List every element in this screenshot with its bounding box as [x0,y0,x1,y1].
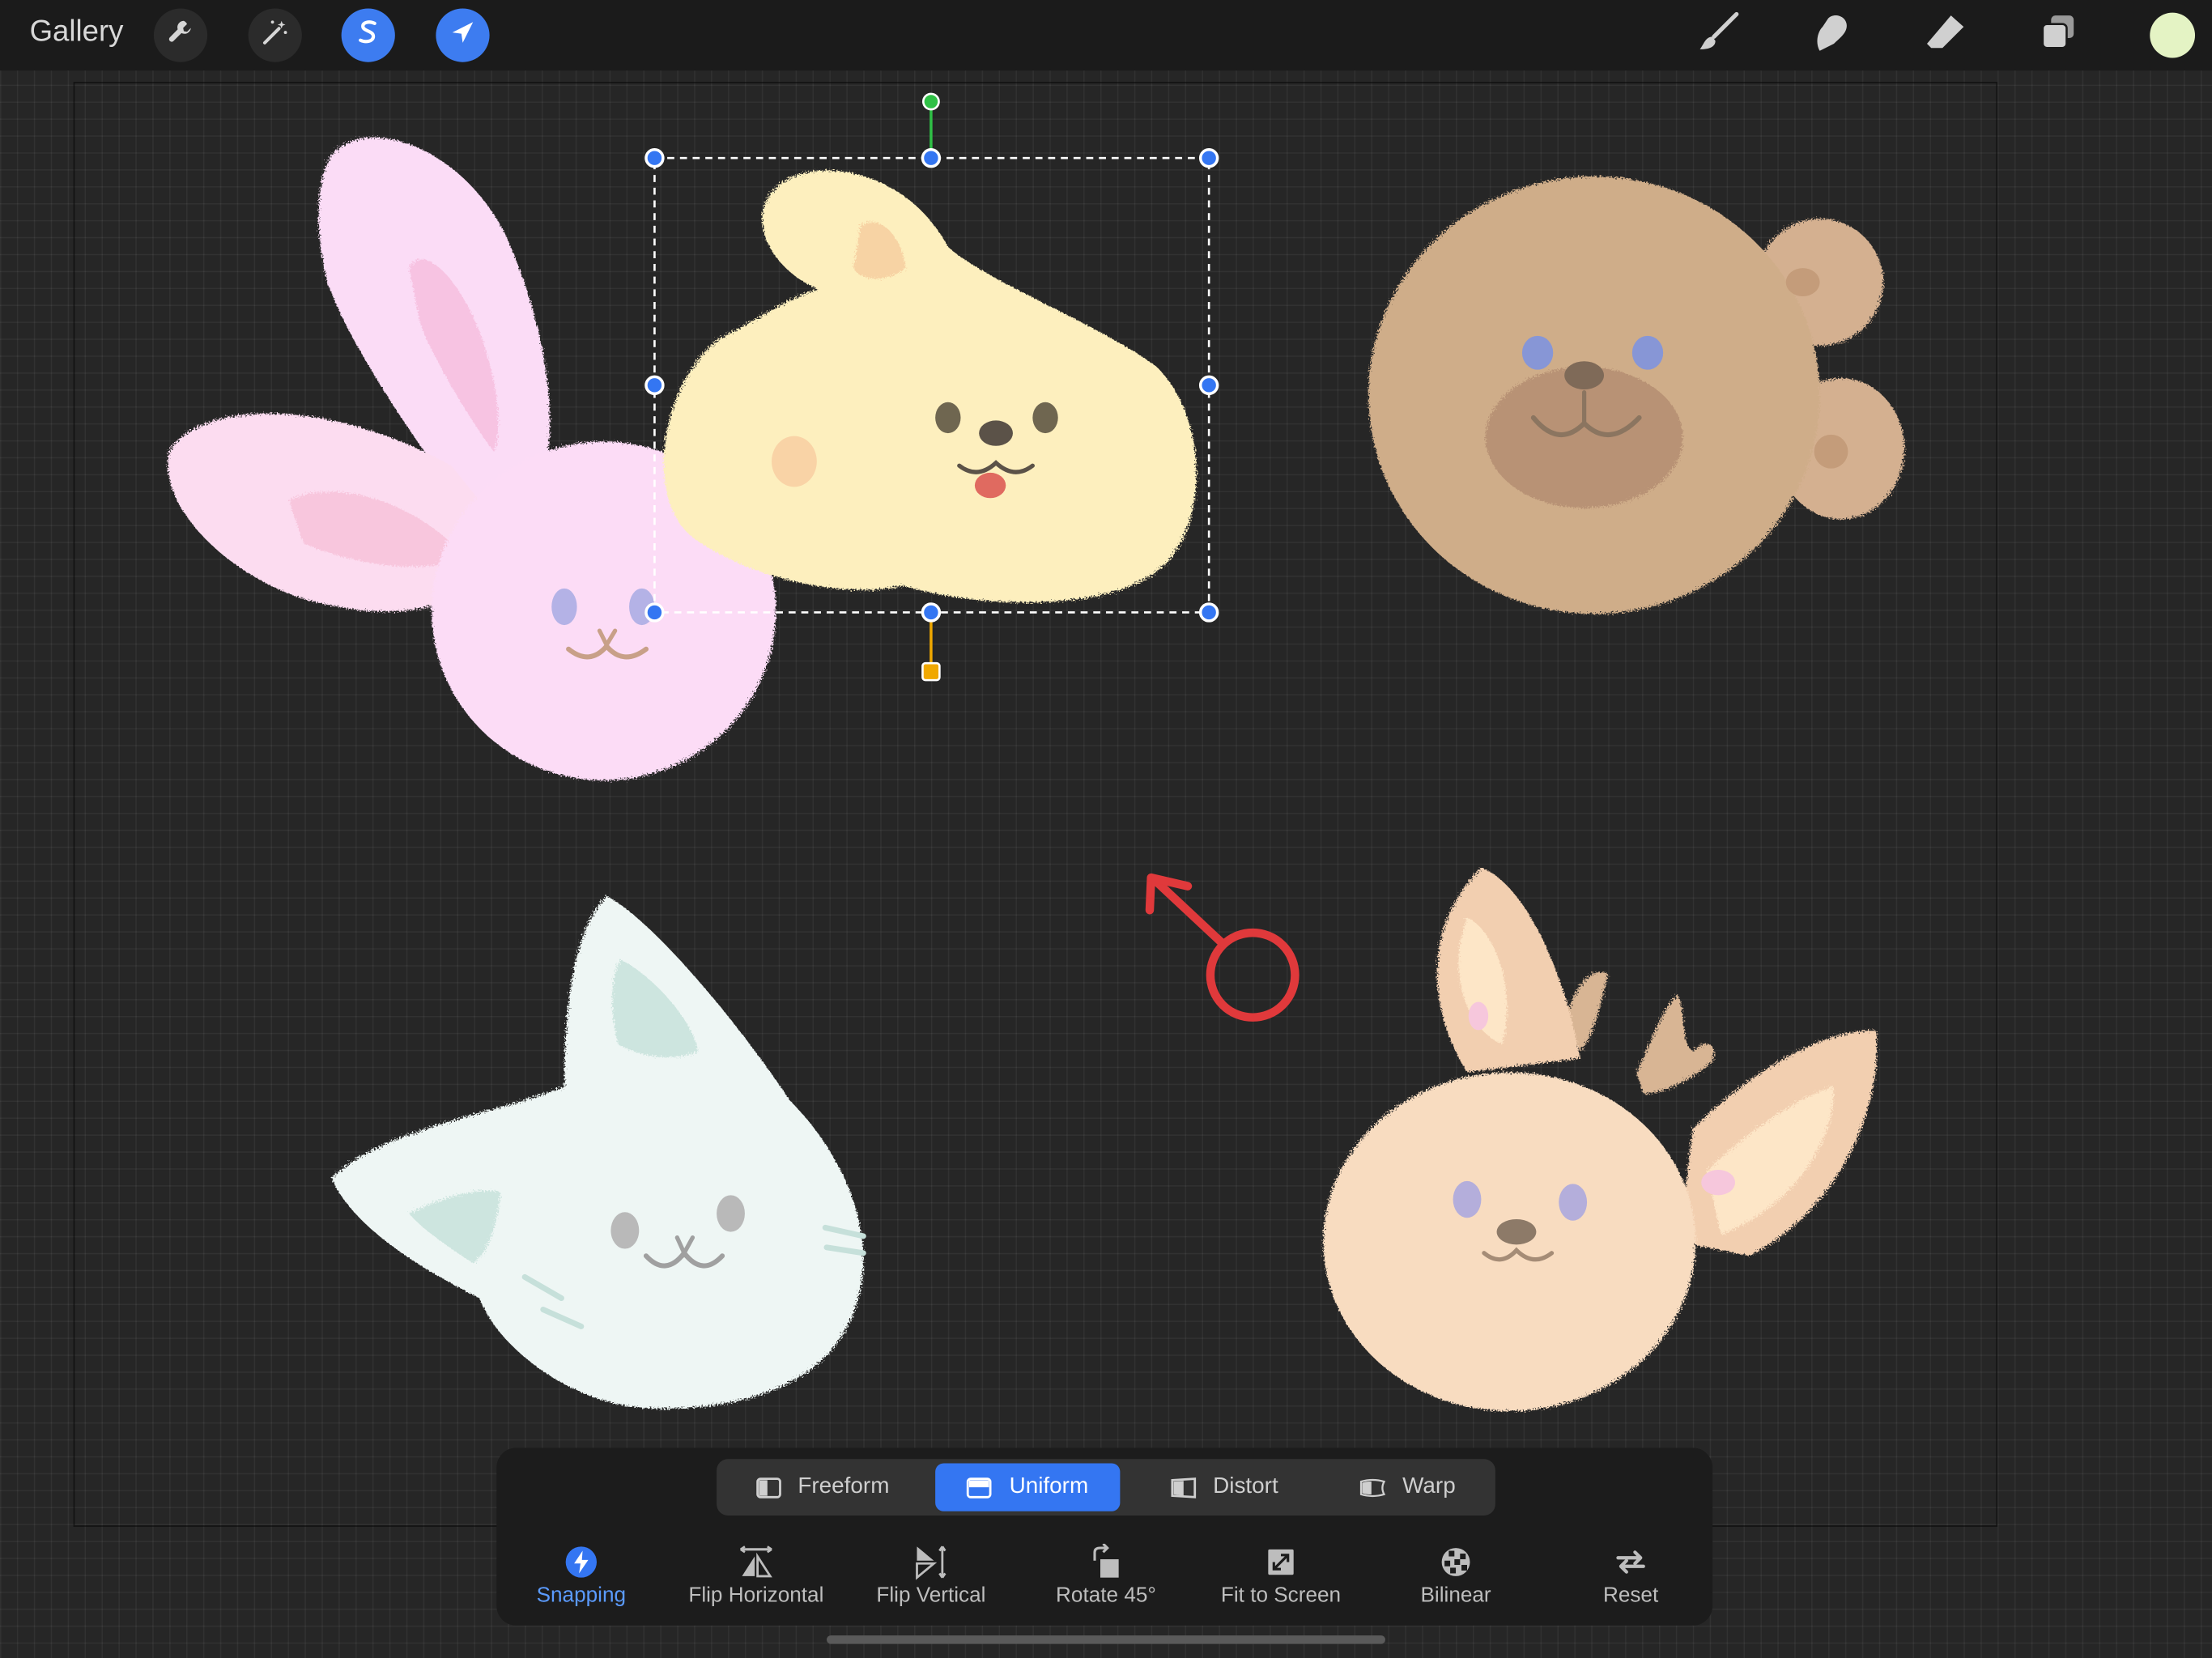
magic-wand-icon [260,16,291,54]
layers-button[interactable] [2034,11,2082,59]
mode-freeform[interactable]: Freeform [717,1463,928,1511]
pivot-handle[interactable] [921,661,941,682]
transform-button[interactable] [436,8,490,62]
flip-vertical-icon [912,1544,949,1580]
deer-drawing[interactable] [1323,867,1878,1411]
selection-button[interactable] [341,8,395,62]
reset-button[interactable]: Reset [1543,1544,1718,1607]
brush-button[interactable] [1695,11,1742,59]
warp-icon [1360,1477,1386,1498]
flip-horizontal-button[interactable]: Flip Horizontal [669,1544,844,1607]
rotation-handle[interactable] [922,92,940,111]
actions-button[interactable] [153,8,208,62]
reset-icon [1612,1544,1648,1580]
annotation-arrow [1145,873,1300,1022]
mode-uniform[interactable]: Uniform [935,1463,1121,1511]
fit-to-screen-icon [1262,1544,1299,1580]
snapping-button[interactable]: Snapping [494,1544,669,1607]
eraser-icon [1923,9,1968,61]
bear-drawing[interactable] [1368,176,1905,614]
smudge-icon [1809,9,1854,61]
transform-arrow-icon [447,16,478,54]
flip-horizontal-icon [738,1544,774,1580]
dog-drawing[interactable] [663,170,1197,603]
home-indicator[interactable] [826,1635,1385,1644]
layers-icon [2037,11,2079,60]
mode-distort[interactable]: Distort [1133,1463,1316,1511]
bilinear-icon [1437,1544,1474,1580]
freeform-icon [755,1477,781,1498]
lightning-icon [563,1544,599,1580]
brush-icon [1695,9,1741,61]
uniform-icon [967,1477,993,1498]
wrench-icon [165,16,196,54]
cat-drawing[interactable] [331,895,864,1409]
bilinear-button[interactable]: Bilinear [1368,1544,1543,1607]
rotate-45-button[interactable]: Rotate 45° [1019,1543,1193,1607]
rotate-45-icon [1087,1543,1124,1580]
eraser-button[interactable] [1921,11,1969,59]
color-picker-button[interactable] [2150,12,2196,58]
transform-panel: Freeform Uniform Distort Warp Snapping F… [494,1448,1713,1626]
top-toolbar: Gallery [0,0,2212,71]
smudge-button[interactable] [1807,11,1855,59]
workspace[interactable] [0,0,2212,1658]
flip-vertical-button[interactable]: Flip Vertical [844,1544,1019,1607]
gallery-button[interactable]: Gallery [30,15,124,49]
artwork-canvas[interactable] [0,0,2212,1658]
mode-warp[interactable]: Warp [1323,1463,1492,1511]
adjustments-button[interactable] [248,8,302,62]
transform-mode-selector: Freeform Uniform Distort Warp [717,1459,1495,1516]
distort-icon [1171,1477,1196,1498]
fit-to-screen-button[interactable]: Fit to Screen [1193,1544,1368,1607]
selection-s-icon [353,16,384,54]
